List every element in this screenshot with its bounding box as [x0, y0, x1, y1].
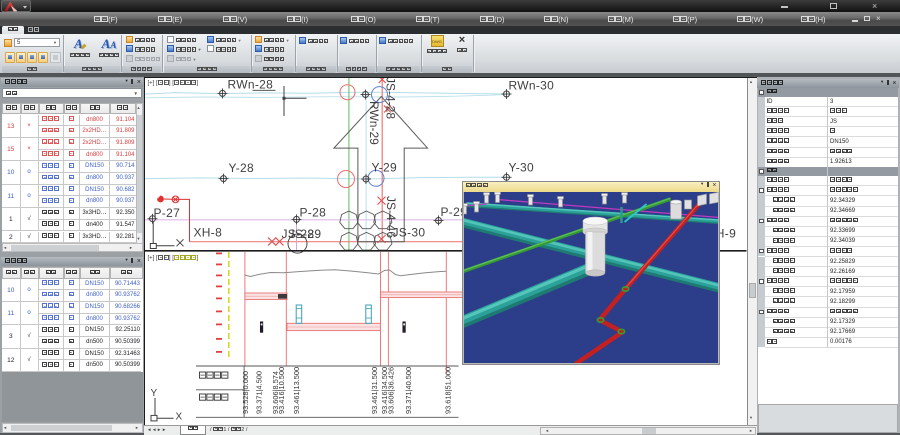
svg-text:Y: Y	[150, 388, 157, 399]
svg-text:RWn-30: RWn-30	[508, 79, 554, 93]
svg-text:JS-29: JS-29	[288, 227, 321, 241]
svg-text:X: X	[175, 412, 182, 423]
svg-text:RWn-29: RWn-29	[367, 101, 381, 145]
svg-text:Y-30: Y-30	[508, 161, 533, 175]
svg-text:93.461|13.500: 93.461|13.500	[292, 367, 301, 414]
svg-text:Y-28: Y-28	[228, 161, 253, 175]
svg-text:Y-29: Y-29	[371, 161, 396, 175]
svg-text:93.461|31.500: 93.461|31.500	[370, 367, 379, 414]
svg-text:93.371|4.500: 93.371|4.500	[254, 371, 263, 414]
svg-text:93.416|10.500: 93.416|10.500	[277, 367, 286, 414]
svg-text:P-27: P-27	[153, 206, 180, 220]
svg-text:JS-4-46: JS-4-46	[384, 196, 398, 238]
svg-text:RWn-28: RWn-28	[227, 78, 273, 92]
svg-text:XH-8: XH-8	[193, 226, 222, 240]
svg-text:93.371|40.500: 93.371|40.500	[404, 367, 413, 414]
svg-text:JS-4-28: JS-4-28	[383, 78, 397, 119]
svg-text:P-28: P-28	[299, 206, 326, 220]
svg-text:93.528|0.000: 93.528|0.000	[241, 371, 250, 414]
svg-text:93.606|36.426: 93.606|36.426	[386, 367, 395, 414]
svg-text:93.618|51.000: 93.618|51.000	[443, 367, 452, 414]
